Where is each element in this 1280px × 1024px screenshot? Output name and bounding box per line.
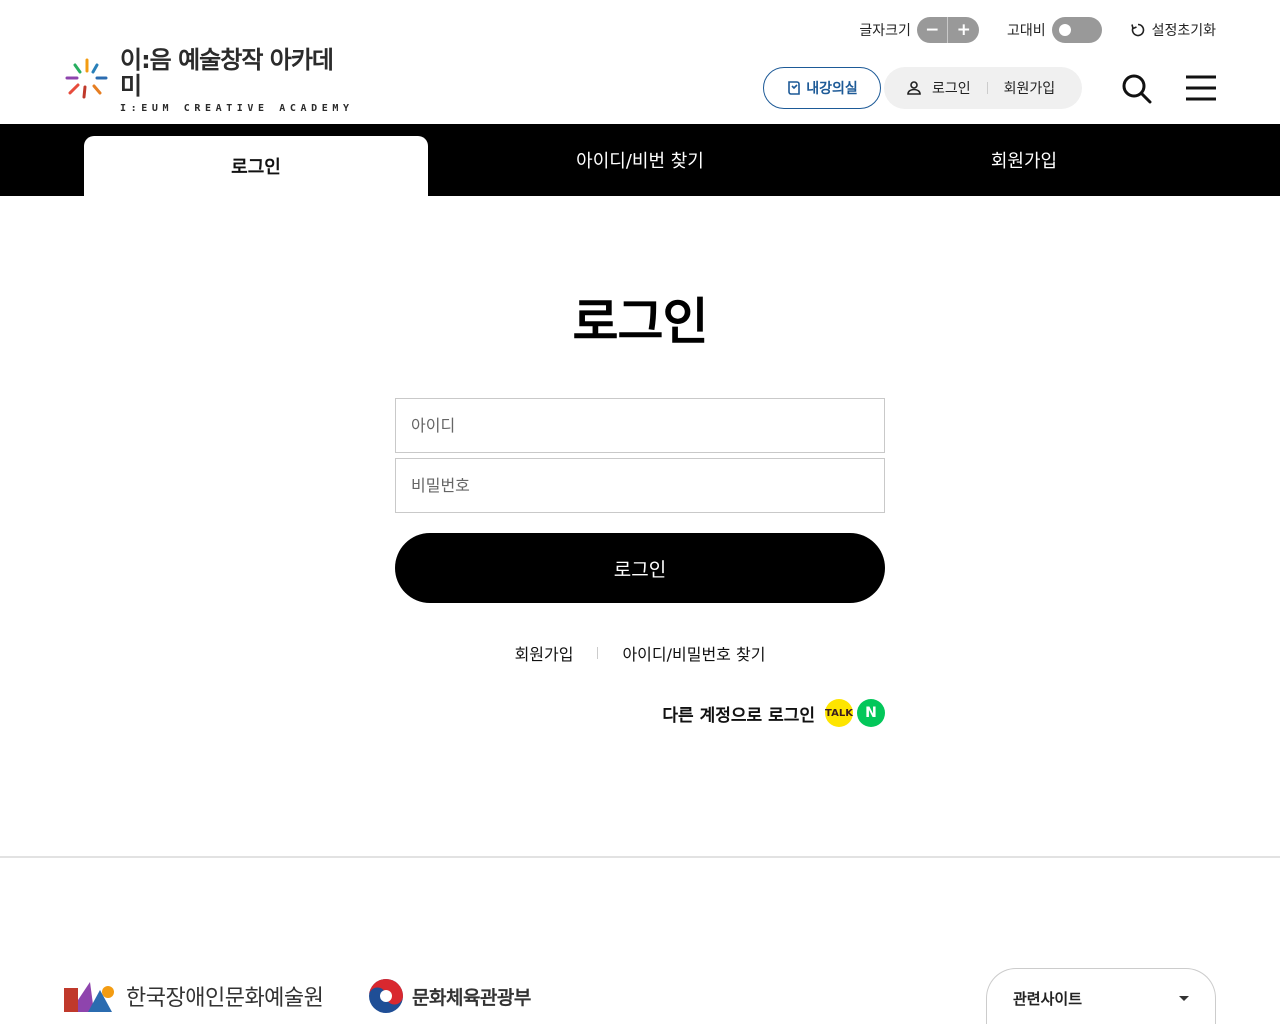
header-login-link[interactable]: 로그인	[932, 78, 971, 98]
sns-login: 다른 계정으로 로그인 TALK N	[662, 697, 885, 729]
divider	[597, 647, 599, 659]
kakao-login-button[interactable]: TALK	[825, 699, 853, 727]
menu-button[interactable]	[1184, 72, 1218, 106]
font-decrease-button[interactable]: −	[917, 17, 949, 43]
caret-down-icon	[1179, 996, 1189, 1001]
footer-divider	[0, 856, 1280, 858]
reset-label: 설정초기화	[1151, 23, 1216, 39]
divider	[986, 82, 988, 94]
hamburger-icon	[1186, 75, 1216, 101]
auth-links: 로그인 회원가입	[884, 67, 1082, 109]
reset-settings-button[interactable]: 설정초기화	[1130, 20, 1216, 40]
related-sites-select[interactable]: 관련사이트	[986, 968, 1216, 1024]
utility-bar: 글자크기 − + 고대비 설정초기화	[831, 14, 1216, 46]
sns-login-label: 다른 계정으로 로그인	[662, 705, 815, 726]
related-sites-label: 관련사이트	[1013, 990, 1083, 1008]
search-icon	[1122, 74, 1152, 104]
tab-find-account[interactable]: 아이디/비번 찾기	[468, 136, 812, 196]
my-classroom-label: 내강의실	[806, 81, 858, 97]
mcst-logo[interactable]: 문화체육관광부	[368, 978, 531, 1014]
user-icon	[907, 81, 921, 95]
font-increase-button[interactable]: +	[948, 17, 979, 43]
book-icon	[788, 81, 801, 95]
signup-link[interactable]: 회원가입	[515, 641, 574, 665]
taegeuk-icon	[369, 979, 403, 1013]
font-size-stepper: − +	[916, 17, 979, 43]
member-tabbar: 로그인 아이디/비번 찾기 회원가입	[0, 124, 1280, 196]
naver-icon: N	[865, 705, 877, 721]
font-size-control: 글자크기 − +	[859, 17, 979, 43]
account-links: 회원가입 아이디/비밀번호 찾기	[0, 640, 1280, 666]
tab-login[interactable]: 로그인	[84, 136, 428, 196]
login-submit-button[interactable]: 로그인	[395, 533, 885, 603]
id-input[interactable]	[395, 398, 885, 453]
kdac-mark-icon	[64, 982, 114, 1012]
site-logo[interactable]: 이:음 예술창작 아카데미 I:EUM CREATIVE ACADEMY	[64, 47, 354, 114]
contrast-label: 고대비	[1006, 23, 1046, 39]
font-size-label: 글자크기	[859, 23, 911, 39]
contrast-control: 고대비	[1007, 17, 1102, 43]
page-title: 로그인	[572, 293, 709, 351]
logo-text: 이:음 예술창작 아카데미 I:EUM CREATIVE ACADEMY	[120, 47, 354, 114]
mcst-name: 문화체육관광부	[412, 986, 531, 1009]
search-button[interactable]	[1120, 72, 1154, 106]
naver-login-button[interactable]: N	[857, 699, 885, 727]
tab-signup[interactable]: 회원가입	[852, 136, 1196, 196]
kdac-logo[interactable]: 한국장애인문화예술원	[64, 978, 324, 1014]
kakao-talk-icon: TALK	[825, 707, 853, 719]
logo-english: I:EUM CREATIVE ACADEMY	[119, 102, 354, 114]
find-account-link[interactable]: 아이디/비밀번호 찾기	[622, 641, 765, 665]
logo-korean: 이:음 예술창작 아카데미	[119, 45, 334, 100]
my-classroom-button[interactable]: 내강의실	[763, 67, 881, 109]
refresh-icon	[1130, 22, 1146, 38]
kdac-name: 한국장애인문화예술원	[126, 986, 324, 1011]
password-input[interactable]	[395, 458, 885, 513]
contrast-toggle[interactable]	[1051, 17, 1102, 43]
header-signup-link[interactable]: 회원가입	[1004, 78, 1056, 98]
burst-logo-icon	[65, 58, 108, 99]
